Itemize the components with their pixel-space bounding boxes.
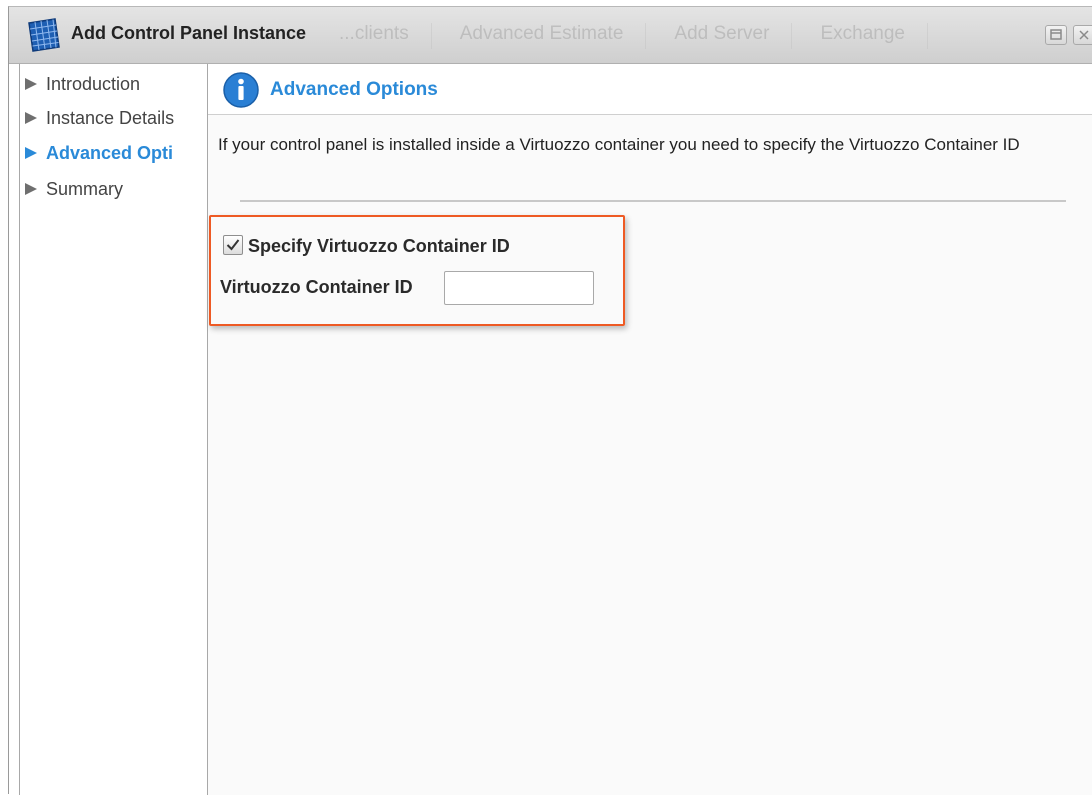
background-toolbar: ...clients Advanced Estimate Add Server … <box>339 23 928 49</box>
info-icon <box>222 71 260 109</box>
triangle-right-icon <box>22 76 46 92</box>
background-toolbar-item: Add Server <box>674 23 793 49</box>
triangle-right-icon <box>22 181 46 197</box>
nav-item-label: Introduction <box>46 73 141 94</box>
description-text: If your control panel is installed insid… <box>218 135 1020 154</box>
window-title: Add Control Panel Instance <box>71 23 307 43</box>
main-panel: Advanced Options If your control panel i… <box>208 64 1092 795</box>
background-toolbar-item: ...clients <box>339 23 432 49</box>
container-id-label: Virtuozzo Container ID <box>220 277 413 297</box>
background-toolbar-item: Advanced Estimate <box>460 23 647 49</box>
title-bar[interactable]: ...clients Advanced Estimate Add Server … <box>9 7 1092 64</box>
wizard-steps-nav: Introduction Instance Details Advanced O… <box>19 64 208 795</box>
grid-app-icon <box>25 17 63 53</box>
nav-item-label: Instance Details <box>46 107 175 128</box>
nav-item-label: Summary <box>46 178 124 199</box>
checkbox-label[interactable]: Specify Virtuozzo Container ID <box>248 236 510 257</box>
container-id-input[interactable] <box>444 271 594 305</box>
maximize-icon[interactable] <box>1045 25 1067 45</box>
nav-item-advanced-options[interactable]: Advanced Opti <box>22 139 206 167</box>
triangle-right-icon <box>22 110 46 126</box>
divider <box>240 200 1066 202</box>
nav-item-label: Advanced Opti <box>46 142 174 163</box>
background-toolbar-item: Exchange <box>820 23 928 49</box>
dialog-window: ...clients Advanced Estimate Add Server … <box>8 6 1092 795</box>
section-header: Advanced Options <box>208 64 1092 115</box>
nav-item-introduction[interactable]: Introduction <box>22 70 206 98</box>
section-title: Advanced Options <box>270 79 438 100</box>
nav-item-instance-details[interactable]: Instance Details <box>22 104 206 132</box>
close-icon[interactable] <box>1073 25 1092 45</box>
specify-container-id-checkbox[interactable] <box>223 235 243 255</box>
nav-item-summary[interactable]: Summary <box>22 175 206 203</box>
triangle-right-icon <box>22 145 46 161</box>
